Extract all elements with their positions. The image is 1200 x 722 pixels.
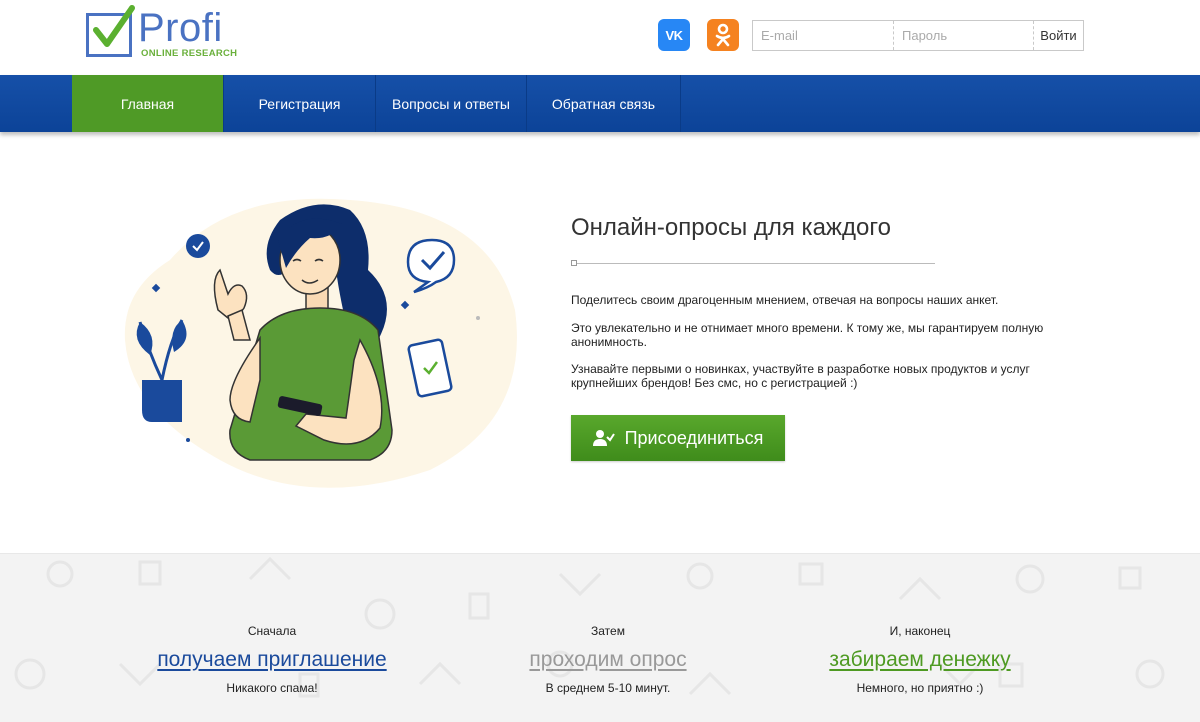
step-2-prefix: Затем [591,624,625,638]
password-field[interactable] [894,21,1034,50]
hero-divider [571,263,935,264]
email-field[interactable] [753,21,894,50]
step-2: Затем проходим опрос В среднем 5-10 мину… [458,624,758,695]
step-1: Сначала получаем приглашение Никакого сп… [122,624,422,695]
step-2-note: В среднем 5-10 минут. [545,681,671,695]
ok-login-button[interactable] [707,19,739,51]
logo-subtitle: ONLINE RESEARCH [141,48,238,59]
login-form: Войти [752,20,1084,51]
login-button[interactable]: Войти [1034,21,1083,50]
logo-wordmark: Profi [138,6,223,50]
hero-title: Онлайн-опросы для каждого [571,214,891,241]
main-nav: Главная Регистрация Вопросы и ответы Обр… [0,75,1200,132]
vk-icon: VK [665,27,683,43]
nav-item-registration[interactable]: Регистрация [224,75,376,132]
hero-paragraph-2: Это увлекательно и не отнимает много вре… [571,321,1044,349]
step-1-note: Никакого спама! [226,681,318,695]
step-3-prefix: И, наконец [889,624,951,638]
step-1-link[interactable]: получаем приглашение [122,648,422,672]
hero-divider-dot [571,260,577,266]
user-check-icon [592,430,615,446]
step-1-prefix: Сначала [247,624,297,638]
steps-section: Сначала получаем приглашение Никакого сп… [0,553,1200,722]
join-button[interactable]: Присоединиться [571,415,785,461]
hero-paragraph-3: Узнавайте первыми о новинках, участвуйте… [571,362,1030,390]
step-2-link[interactable]: проходим опрос [458,648,758,672]
step-3: И, наконец забираем денежку Немного, но … [770,624,1070,695]
logo-check-icon [93,5,135,47]
hero-illustration [124,198,517,488]
join-button-label: Присоединиться [624,427,764,448]
hero-paragraph-1: Поделитесь своим драгоценным мнением, от… [571,293,999,307]
nav-item-feedback[interactable]: Обратная связь [527,75,681,132]
vk-login-button[interactable]: VK [658,19,690,51]
step-3-link[interactable]: забираем денежку [770,648,1070,672]
nav-item-home[interactable]: Главная [72,75,224,132]
logo[interactable]: Profi ONLINE RESEARCH [86,5,256,62]
step-3-note: Немного, но приятно :) [856,681,984,695]
odnoklassniki-icon [715,23,731,47]
nav-item-faq[interactable]: Вопросы и ответы [376,75,527,132]
header: Profi ONLINE RESEARCH VK Войти [0,0,1200,75]
